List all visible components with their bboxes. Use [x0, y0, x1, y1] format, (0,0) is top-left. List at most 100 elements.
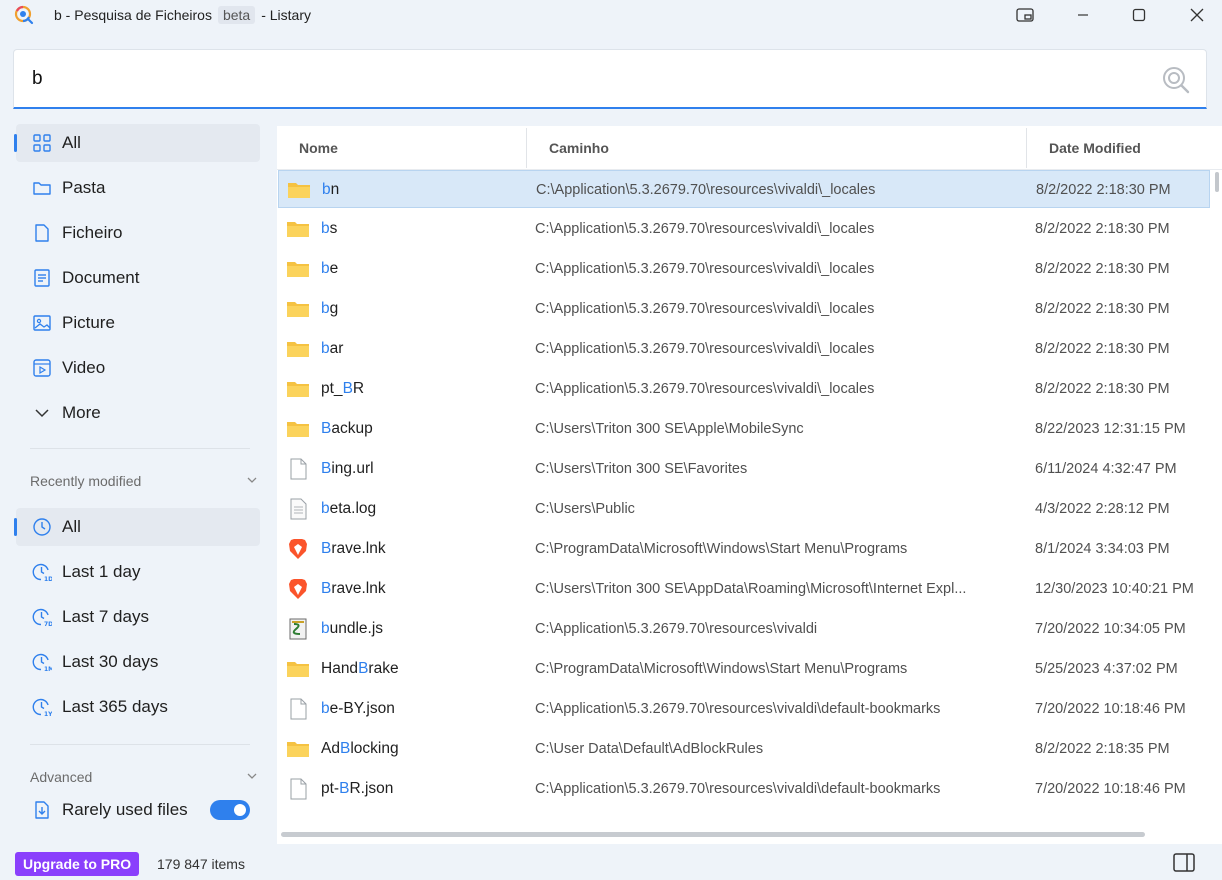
filter-more[interactable]: More	[16, 394, 260, 432]
result-name-match: b	[322, 181, 331, 198]
result-name-suffix: s	[329, 220, 338, 237]
recent-last-30-days[interactable]: 1M Last 30 days	[16, 643, 260, 681]
result-name-suffix: ing.url	[331, 460, 374, 477]
recent-last-7-days-label: Last 7 days	[62, 607, 149, 626]
result-row[interactable]: Brave.lnk C:\ProgramData\Microsoft\Window…	[278, 530, 1210, 568]
rarely-used-files-toggle[interactable]	[210, 800, 250, 820]
result-path: C:\Application\5.3.2679.70\resources\viv…	[535, 341, 875, 357]
result-date: 7/20/2022 10:34:05 PM	[1035, 621, 1186, 637]
filter-picture[interactable]: Picture	[16, 304, 260, 342]
result-name-suffix: ar	[329, 340, 344, 357]
download-file-icon	[35, 801, 49, 819]
result-row[interactable]: HandBrake C:\ProgramData\Microsoft\Window…	[278, 650, 1210, 688]
search-input[interactable]	[32, 66, 1132, 92]
recent-last-365-days[interactable]: 1Y Last 365 days	[16, 688, 260, 726]
result-name-match: b	[321, 220, 330, 237]
filter-more-label: More	[62, 403, 101, 422]
result-name: bar	[321, 340, 343, 358]
search-box[interactable]	[13, 49, 1207, 109]
file-type-icon	[286, 338, 310, 360]
file-type-icon	[286, 298, 310, 320]
filter-video[interactable]: Video	[16, 349, 260, 387]
filter-picture-label: Picture	[62, 313, 115, 332]
result-row[interactable]: pt-BR.json C:\Application\5.3.2679.70\res…	[278, 770, 1210, 808]
result-name: Brave.lnk	[321, 580, 386, 598]
result-row[interactable]: bn C:\Application\5.3.2679.70\resources\v…	[278, 170, 1210, 208]
result-date: 8/1/2024 3:34:03 PM	[1035, 541, 1170, 557]
result-row[interactable]: pt_BR C:\Application\5.3.2679.70\resource…	[278, 370, 1210, 408]
column-resize-handle[interactable]	[526, 128, 527, 168]
close-button[interactable]	[1174, 0, 1220, 30]
result-date: 12/30/2023 10:40:21 PM	[1035, 581, 1194, 597]
result-path: C:\Application\5.3.2679.70\resources\viv…	[535, 621, 818, 637]
result-row[interactable]: bg C:\Application\5.3.2679.70\resources\v…	[278, 290, 1210, 328]
result-path: C:\ProgramData\Microsoft\Windows\Start M…	[535, 661, 908, 677]
vertical-scrollbar[interactable]	[1215, 172, 1219, 192]
snap-layout-button[interactable]	[1002, 0, 1048, 30]
result-row[interactable]: bs C:\Application\5.3.2679.70\resources\v…	[278, 210, 1210, 248]
result-name-match: b	[321, 500, 330, 517]
file-type-icon	[287, 179, 311, 201]
result-row[interactable]: be-BY.json C:\Application\5.3.2679.70\res…	[278, 690, 1210, 728]
upgrade-button[interactable]: Upgrade to PRO	[15, 852, 140, 876]
script-file-icon	[289, 618, 307, 640]
result-row[interactable]: Bing.url C:\Users\Triton 300 SE\Favorites…	[278, 450, 1210, 488]
result-name-prefix: Hand	[321, 660, 359, 677]
picture-icon	[33, 315, 51, 331]
result-path: C:\Application\5.3.2679.70\resources\viv…	[535, 261, 875, 277]
file-type-icon	[286, 418, 310, 440]
svg-text:7D: 7D	[44, 621, 52, 627]
filter-folder[interactable]: Pasta	[16, 169, 260, 207]
column-header-date[interactable]: Date Modified	[1049, 126, 1141, 170]
result-name: pt-BR.json	[321, 780, 393, 798]
result-path: C:\Application\5.3.2679.70\resources\viv…	[535, 701, 941, 717]
result-name: bundle.js	[321, 620, 383, 638]
result-name-prefix: Ad	[321, 740, 340, 757]
result-row[interactable]: Brave.lnk C:\Users\Triton 300 SE\AppData\…	[278, 570, 1210, 608]
filter-document-label: Document	[62, 268, 140, 287]
result-name-suffix: rake	[368, 660, 399, 677]
result-row[interactable]: AdBlocking C:\User Data\Default\AdBlockRu…	[278, 730, 1210, 768]
result-date: 8/22/2023 12:31:15 PM	[1035, 421, 1186, 437]
result-name: Backup	[321, 420, 373, 438]
search-icon[interactable]	[1160, 64, 1192, 96]
result-path: C:\User Data\Default\AdBlockRules	[535, 741, 764, 757]
result-date: 6/11/2024 4:32:47 PM	[1035, 461, 1177, 477]
folder-icon	[33, 182, 51, 195]
result-name-match: b	[321, 300, 330, 317]
maximize-button[interactable]	[1116, 0, 1162, 30]
result-row[interactable]: bar C:\Application\5.3.2679.70\resources\…	[278, 330, 1210, 368]
folder-icon	[287, 662, 309, 677]
result-row[interactable]: beta.log C:\Users\Public 4/3/2022 2:28:12 …	[278, 490, 1210, 528]
log-file-icon	[290, 498, 307, 520]
result-name: bs	[321, 220, 337, 238]
column-header-path[interactable]: Caminho	[549, 126, 609, 170]
minimize-button[interactable]	[1060, 0, 1106, 30]
result-row[interactable]: bundle.js C:\Application\5.3.2679.70\reso…	[278, 610, 1210, 648]
column-resize-handle[interactable]	[1026, 128, 1027, 168]
result-row[interactable]: Backup C:\Users\Triton 300 SE\Apple\Mobil…	[278, 410, 1210, 448]
collapse-chevron-icon[interactable]	[246, 770, 258, 782]
filter-file[interactable]: Ficheiro	[16, 214, 260, 252]
toggle-preview-panel-icon[interactable]	[1172, 852, 1196, 874]
rarely-used-files: Rarely used files	[16, 791, 216, 829]
result-name-match: b	[321, 620, 330, 637]
svg-text:1Y: 1Y	[44, 711, 52, 717]
result-row[interactable]: be C:\Application\5.3.2679.70\resources\v…	[278, 250, 1210, 288]
item-count: 179 847 items	[157, 856, 245, 872]
result-name-match: B	[321, 460, 332, 477]
collapse-chevron-icon[interactable]	[246, 474, 258, 486]
result-name: Bing.url	[321, 460, 374, 478]
listary-logo-icon	[14, 5, 34, 25]
horizontal-scrollbar[interactable]	[281, 832, 1145, 837]
filter-all-types[interactable]: All	[14, 124, 260, 162]
result-path: C:\Application\5.3.2679.70\resources\viv…	[536, 182, 876, 198]
folder-icon	[287, 742, 309, 757]
minimize-icon	[1078, 14, 1088, 16]
recent-all[interactable]: All	[14, 508, 260, 546]
recent-last-7-days[interactable]: 7D Last 7 days	[16, 598, 260, 636]
column-header-name[interactable]: Nome	[299, 126, 338, 170]
recent-last-1-day[interactable]: 1D Last 1 day	[16, 553, 260, 591]
filter-folder-label: Pasta	[62, 178, 106, 197]
filter-document[interactable]: Document	[16, 259, 260, 297]
